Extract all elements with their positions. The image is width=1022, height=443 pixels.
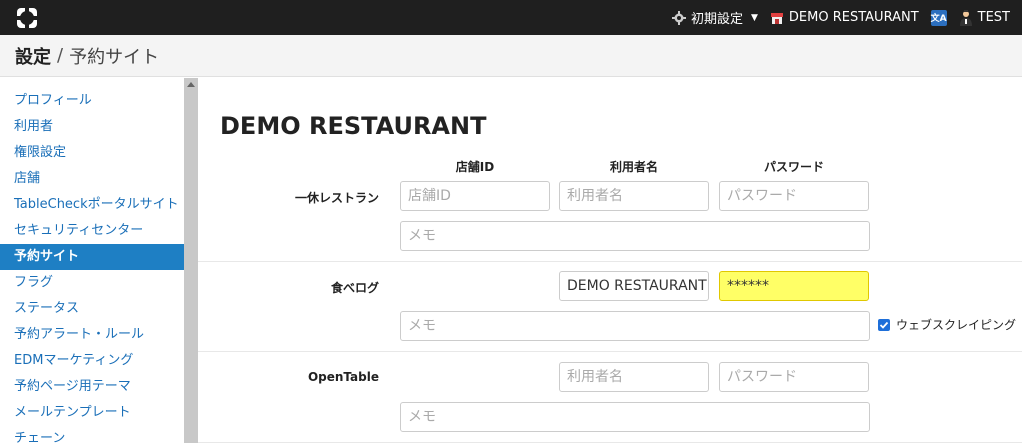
sidebar-item-mail-templates[interactable]: メールテンプレート	[0, 400, 184, 426]
breadcrumb-separator: /	[57, 45, 64, 66]
initial-settings-menu[interactable]: 初期設定 ▼	[671, 8, 758, 27]
scrollbar-thumb[interactable]	[184, 92, 198, 443]
scroll-up-arrow-icon[interactable]	[187, 82, 195, 87]
sidebar-item-permissions[interactable]: 権限設定	[0, 140, 184, 166]
restaurant-name: DEMO RESTAURANT	[788, 10, 919, 25]
sidebar-item-chains[interactable]: チェーン	[0, 426, 184, 443]
restaurant-switcher[interactable]: DEMO RESTAURANT	[770, 10, 919, 25]
page-title: DEMO RESTAURANT	[220, 112, 487, 140]
breadcrumb-settings[interactable]: 設定	[15, 43, 51, 69]
breadcrumb: 設定 / 予約サイト	[0, 35, 1022, 77]
sidebar-item-users[interactable]: 利用者	[0, 114, 184, 140]
sidebar-item-profile[interactable]: プロフィール	[0, 88, 184, 114]
ikyu-memo-input[interactable]: メモ	[400, 221, 870, 251]
sidebar-item-status[interactable]: ステータス	[0, 296, 184, 322]
web-scraping-option[interactable]: ウェブスクレイピング	[878, 316, 1016, 333]
sidebar-item-booking-sites[interactable]: 予約サイト	[0, 244, 184, 270]
sidebar-item-alert-rules[interactable]: 予約アラート・ルール	[0, 322, 184, 348]
web-scraping-checkbox[interactable]	[878, 318, 890, 331]
section-divider	[198, 261, 1022, 262]
tabelog-username-input[interactable]: DEMO RESTAURANT	[559, 271, 709, 301]
language-button[interactable]: 文A	[930, 9, 947, 26]
sidebar-item-security-center[interactable]: セキュリティセンター	[0, 218, 184, 244]
store-icon	[770, 11, 784, 25]
user-menu[interactable]: TEST	[959, 9, 1010, 26]
column-header-store-id: 店舗ID	[455, 160, 495, 174]
sidebar-item-booking-theme[interactable]: 予約ページ用テーマ	[0, 374, 184, 400]
ikyu-username-input[interactable]: 利用者名	[559, 181, 709, 211]
sidebar-scrollbar[interactable]	[184, 78, 198, 443]
tabelog-password-input[interactable]: ******	[719, 271, 869, 301]
section-divider	[198, 351, 1022, 352]
gear-icon	[671, 10, 686, 25]
translate-icon: 文A	[930, 9, 947, 26]
user-avatar-icon	[959, 9, 973, 26]
main-content: DEMO RESTAURANT 店舗ID 利用者名 パスワード 一休レストラン …	[198, 78, 1022, 443]
opentable-memo-input[interactable]: メモ	[400, 402, 870, 432]
sidebar-item-tablecheck-portal[interactable]: TableCheckポータルサイト	[0, 192, 184, 218]
sidebar-item-flags[interactable]: フラグ	[0, 270, 184, 296]
site-label-ikyu: 一休レストラン	[294, 191, 379, 205]
site-label-opentable: OpenTable	[307, 370, 379, 384]
site-label-tabelog: 食べログ	[330, 281, 379, 295]
opentable-username-input[interactable]: 利用者名	[559, 362, 709, 392]
tabelog-memo-input[interactable]: メモ	[400, 311, 870, 341]
user-name: TEST	[977, 10, 1010, 25]
initial-settings-label: 初期設定	[690, 12, 743, 27]
sidebar-item-edm-marketing[interactable]: EDMマーケティング	[0, 348, 184, 374]
opentable-password-input[interactable]: パスワード	[719, 362, 869, 392]
web-scraping-label: ウェブスクレイピング	[896, 318, 1017, 332]
ikyu-password-input[interactable]: パスワード	[719, 181, 869, 211]
checkmark-icon	[879, 321, 889, 329]
sidebar: プロフィール 利用者 権限設定 店舗 TableCheckポータルサイト セキュ…	[0, 78, 184, 443]
app-logo-icon[interactable]	[14, 5, 40, 31]
column-header-username: 利用者名	[609, 160, 658, 174]
breadcrumb-current: 予約サイト	[69, 46, 160, 68]
top-navbar: 初期設定 ▼ DEMO RESTAURANT 文A TEST	[0, 0, 1022, 35]
chevron-down-icon: ▼	[751, 12, 758, 23]
column-header-password: パスワード	[763, 160, 824, 174]
ikyu-store-id-input[interactable]: 店舗ID	[400, 181, 550, 211]
sidebar-item-stores[interactable]: 店舗	[0, 166, 184, 192]
